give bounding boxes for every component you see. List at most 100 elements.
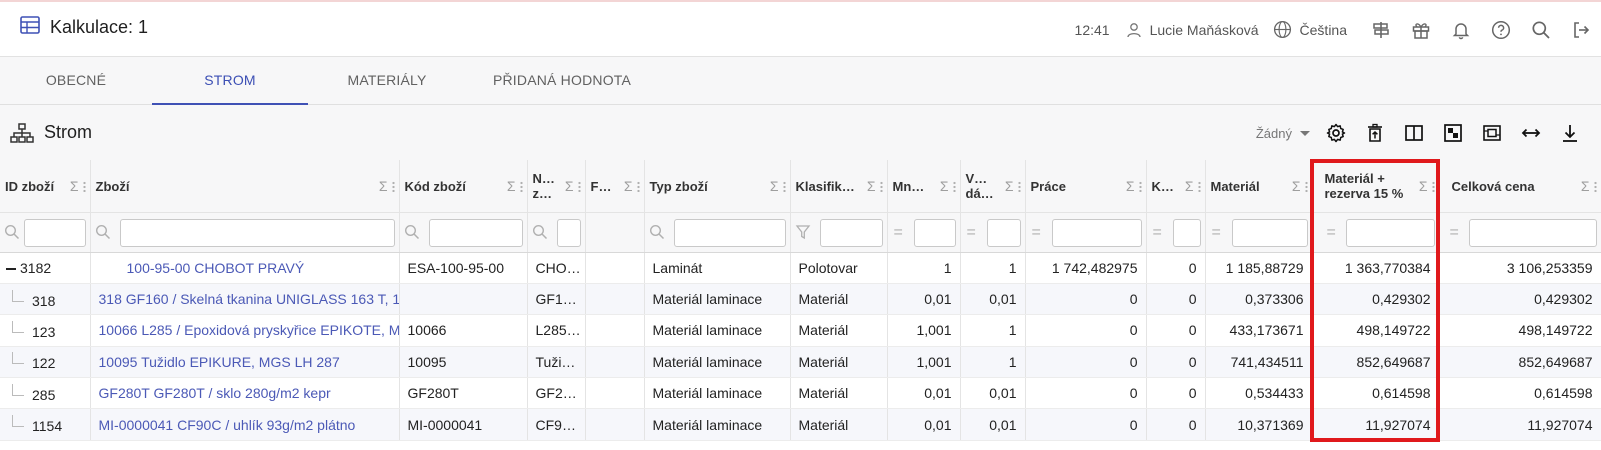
sum-icon[interactable]: Σ [1419, 178, 1428, 194]
filter-input[interactable] [1468, 218, 1597, 247]
column-menu-icon[interactable] [782, 180, 786, 192]
column-menu-icon[interactable] [879, 180, 883, 192]
filter-cell [644, 212, 791, 253]
autosize-columns-button[interactable] [1511, 113, 1550, 153]
help-button[interactable] [1481, 10, 1521, 50]
grouping-dropdown[interactable]: Žádný [1256, 126, 1310, 141]
sum-icon[interactable]: Σ [1581, 178, 1590, 194]
goods-link[interactable]: 10095 Tužidlo EPIKURE, MGS LH 287 [99, 354, 340, 370]
sum-icon[interactable]: Σ [1185, 178, 1194, 194]
sum-icon[interactable]: Σ [867, 178, 876, 194]
panel-header: Strom Žádný [0, 105, 1601, 160]
column-header[interactable]: V… dá… Σ [960, 160, 1026, 213]
column-header[interactable]: K… Σ [1146, 160, 1206, 213]
cell-goods[interactable]: MI-0000041 CF90C / uhlík 93g/m2 plátno [90, 408, 400, 441]
table-row[interactable]: 122 10095 Tužidlo EPIKURE, MGS LH 287 1009… [0, 346, 1601, 379]
export-button[interactable] [1550, 113, 1589, 153]
sum-icon[interactable]: Σ [1126, 178, 1135, 194]
filter-input[interactable] [913, 218, 956, 247]
filter-input[interactable] [1172, 218, 1201, 247]
filter-input[interactable] [556, 218, 581, 247]
sum-icon[interactable]: Σ [379, 178, 388, 194]
notifications-button[interactable] [1441, 10, 1481, 50]
sum-icon[interactable]: Σ [1292, 178, 1301, 194]
column-menu-icon[interactable] [1017, 180, 1021, 192]
table-row[interactable]: 285 GF280T GF280T / sklo 280g/m2 kepr GF28… [0, 377, 1601, 410]
column-header[interactable]: N… z… Σ [527, 160, 586, 213]
checkerboard-icon [1443, 124, 1462, 142]
language-menu[interactable]: Čeština [1273, 20, 1347, 39]
sum-icon[interactable]: Σ [565, 178, 574, 194]
filter-input[interactable] [119, 218, 395, 247]
column-header[interactable]: Kód zboží Σ [399, 160, 528, 213]
tab-strom[interactable]: STROM [152, 57, 308, 105]
sum-icon[interactable]: Σ [70, 178, 79, 194]
columns-button[interactable] [1394, 113, 1433, 153]
filter-input[interactable] [986, 218, 1021, 247]
column-header[interactable]: Materiál Σ [1205, 160, 1313, 213]
tab-materialy[interactable]: MATERIÁLY [308, 57, 466, 105]
column-menu-icon[interactable] [1197, 180, 1201, 192]
clear-filter-button[interactable] [1355, 113, 1394, 153]
column-header[interactable]: Celková cena Σ [1439, 160, 1601, 213]
column-header-icons: Σ [1005, 178, 1021, 194]
column-menu-icon[interactable] [391, 180, 395, 192]
user-menu[interactable]: Lucie Maňásková [1126, 22, 1259, 38]
logout-button[interactable] [1561, 10, 1601, 50]
column-menu-icon[interactable] [82, 180, 86, 192]
filter-input[interactable] [1345, 218, 1435, 247]
cell-goods[interactable]: 10066 L285 / Epoxidová pryskyřice EPIKOT… [90, 314, 400, 347]
density-button[interactable] [1433, 113, 1472, 153]
goods-link[interactable]: MI-0000041 CF90C / uhlík 93g/m2 plátno [99, 417, 356, 433]
search-button[interactable] [1521, 10, 1561, 50]
column-menu-icon[interactable] [577, 180, 581, 192]
sum-icon[interactable]: Σ [507, 178, 516, 194]
row-id: 318 [32, 292, 56, 309]
column-header[interactable]: Klasifik… Σ [790, 160, 888, 213]
filter-input[interactable] [673, 218, 786, 247]
fit-view-button[interactable] [1472, 113, 1511, 153]
sum-icon[interactable]: Σ [940, 178, 949, 194]
cell-goods[interactable]: 100-95-00 CHOBOT PRAVÝ [90, 252, 400, 284]
filter-input[interactable] [819, 218, 883, 247]
filter-input[interactable] [1231, 218, 1308, 247]
tab-obecne[interactable]: OBECNÉ [0, 57, 152, 105]
table-row[interactable]: 1154 MI-0000041 CF90C / uhlík 93g/m2 plát… [0, 408, 1601, 441]
filter-input[interactable] [428, 218, 523, 247]
cell-goods[interactable]: GF280T GF280T / sklo 280g/m2 kepr [90, 377, 400, 410]
filter-input[interactable] [24, 218, 86, 247]
column-header[interactable]: Materiál + rezerva 15 % Σ [1312, 160, 1440, 213]
sum-icon[interactable]: Σ [770, 178, 779, 194]
column-menu-icon[interactable] [1138, 180, 1142, 192]
cell-goods[interactable]: 10095 Tužidlo EPIKURE, MGS LH 287 [90, 346, 400, 379]
column-header[interactable]: Zboží Σ [90, 160, 400, 213]
sum-icon[interactable]: Σ [624, 178, 633, 194]
signpost-button[interactable] [1361, 10, 1401, 50]
cell-goods[interactable]: 318 GF160 / Skelná tkanina UNIGLASS 163 … [90, 283, 400, 316]
column-header[interactable]: ID zboží Σ [0, 160, 91, 213]
table-row[interactable]: 3182 100-95-00 CHOBOT PRAVÝ ESA-100-95-00 C… [0, 252, 1601, 284]
table-row[interactable]: 123 10066 L285 / Epoxidová pryskyřice EPI… [0, 314, 1601, 347]
gift-button[interactable] [1401, 10, 1441, 50]
column-menu-icon[interactable] [952, 180, 956, 192]
column-menu-icon[interactable] [519, 180, 523, 192]
sum-icon[interactable]: Σ [1005, 178, 1014, 194]
goods-link[interactable]: 318 GF160 / Skelná tkanina UNIGLASS 163 … [99, 291, 399, 307]
column-menu-icon[interactable] [1431, 180, 1435, 192]
column-menu-icon[interactable] [1593, 180, 1597, 192]
filter-input[interactable] [1051, 218, 1142, 247]
column-header[interactable]: Typ zboží Σ [644, 160, 791, 213]
goods-link[interactable]: 100-95-00 CHOBOT PRAVÝ [99, 260, 305, 276]
table-row[interactable]: 318 318 GF160 / Skelná tkanina UNIGLASS 1… [0, 283, 1601, 316]
goods-link[interactable]: GF280T GF280T / sklo 280g/m2 kepr [99, 385, 331, 401]
settings-button[interactable] [1316, 113, 1355, 153]
column-header[interactable]: Mn… Σ [887, 160, 961, 213]
column-header-label: Kód zboží [404, 178, 466, 194]
collapse-icon[interactable] [6, 267, 16, 270]
goods-link[interactable]: 10066 L285 / Epoxidová pryskyřice EPIKOT… [99, 322, 399, 338]
column-header[interactable]: Práce Σ [1025, 160, 1147, 213]
tab-pridana-hodnota[interactable]: PŘIDANÁ HODNOTA [466, 57, 658, 105]
column-menu-icon[interactable] [636, 180, 640, 192]
column-menu-icon[interactable] [1304, 180, 1308, 192]
column-header[interactable]: F… Σ [585, 160, 645, 213]
